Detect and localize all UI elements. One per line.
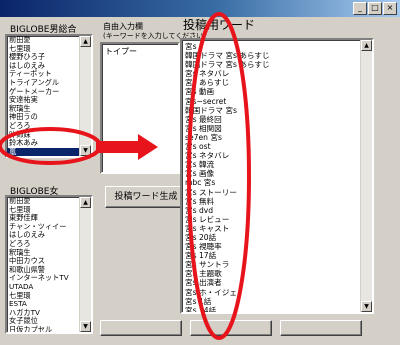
output-line: 韓国ドラマ 宮s xyxy=(185,105,237,115)
output-title: 投稿用ワード xyxy=(183,18,256,32)
output-line: 宮s ost xyxy=(185,142,211,152)
scroll-up-icon[interactable]: ▲ xyxy=(361,40,372,51)
output-line: 宮s サントラ xyxy=(185,260,230,270)
scroll-up-icon[interactable]: ▲ xyxy=(80,36,91,47)
output-line: se7en 宮s xyxy=(185,132,222,142)
output-line: 宮s 動画 xyxy=(185,87,215,97)
scroll-down-icon[interactable]: ▼ xyxy=(361,301,372,312)
output-line: 宮s ネタバレ xyxy=(185,69,230,79)
scroll-down-icon[interactable]: ▼ xyxy=(80,321,91,332)
scroll-up-icon[interactable]: ▲ xyxy=(80,197,91,208)
output-line: 韓国ドラマ 宮s あらすじ xyxy=(185,60,270,70)
bottom-button-3[interactable] xyxy=(280,320,362,336)
output-line: 宮s 韓流 xyxy=(185,160,215,170)
output-line: 宮s レビュー xyxy=(185,214,230,224)
output-line: 宮s ストーリー xyxy=(185,187,237,197)
keyword-list-female[interactable]: 前田愛 七里環 東野佳輝 チャン・ツィイー はしのえみ どろろ 釈璃生 中田カウス 和歌山県警イ… xyxy=(5,195,93,334)
output-line: mbc 宮s xyxy=(185,178,216,188)
scrollbar[interactable]: ▲ ▼ xyxy=(360,40,372,312)
list-item[interactable]: ブログ xyxy=(9,156,31,157)
output-line: 宮s 17話 xyxy=(185,251,217,261)
free-input-value: トイプー xyxy=(105,47,137,56)
output-line: 宮s 相関図 xyxy=(185,123,222,133)
minimize-button[interactable]: _ xyxy=(353,2,367,15)
scrollbar[interactable]: ▲ ▼ xyxy=(79,197,91,332)
output-line: 宮s xyxy=(185,42,197,51)
output-lines: 宮s 韓国ドラマ 宮s あらすじ 韓国ドラマ 宮s あらすじ 宮s ネタバレ 宮s あら… xyxy=(182,40,372,314)
output-line: 宮s 無料 xyxy=(185,196,215,206)
scrollbar[interactable]: ▲ ▼ xyxy=(79,36,91,156)
output-line: 宮s 視聴率 xyxy=(185,242,222,252)
output-line: 宮s dvd xyxy=(185,205,214,215)
bottom-button-2[interactable] xyxy=(190,320,272,336)
maximize-button[interactable]: □ xyxy=(368,2,382,15)
output-line: 宮s 14話 xyxy=(185,305,217,314)
scroll-down-icon[interactable]: ▼ xyxy=(80,145,91,156)
output-line: 宮s 出演者 xyxy=(185,278,222,288)
output-line: 宮s ネタバレ xyxy=(185,151,230,161)
output-line: 韓国ドラマ 宮s あらすじ xyxy=(185,51,270,61)
keyword-list-male[interactable]: 前田愛 七里環 櫻野ひろ子 はしのえみ ティーポット トライアングル ゲートメーカー 安達祐実… xyxy=(5,34,93,158)
free-input-textarea[interactable]: トイプー xyxy=(100,42,180,174)
output-line: 宮s キャスト xyxy=(185,223,230,233)
output-line: 宮s 1話 xyxy=(185,296,212,306)
output-line: 宮s 最終回 xyxy=(185,114,222,124)
window-controls: _ □ × xyxy=(353,2,397,15)
window-titlebar: _ □ × xyxy=(0,0,400,17)
close-button[interactable]: × xyxy=(383,2,397,15)
output-line: 宮s~secret xyxy=(185,96,227,106)
output-line: 宮s 20話 xyxy=(185,232,217,242)
generate-words-button[interactable]: 投稿ワード生成 xyxy=(105,186,187,208)
output-textarea[interactable]: 宮s 韓国ドラマ 宮s あらすじ 韓国ドラマ 宮s あらすじ 宮s ネタバレ 宮s あら… xyxy=(180,38,374,314)
output-line: 宮s ホ・イジェ xyxy=(185,287,237,297)
bottom-button-1[interactable] xyxy=(100,320,182,336)
